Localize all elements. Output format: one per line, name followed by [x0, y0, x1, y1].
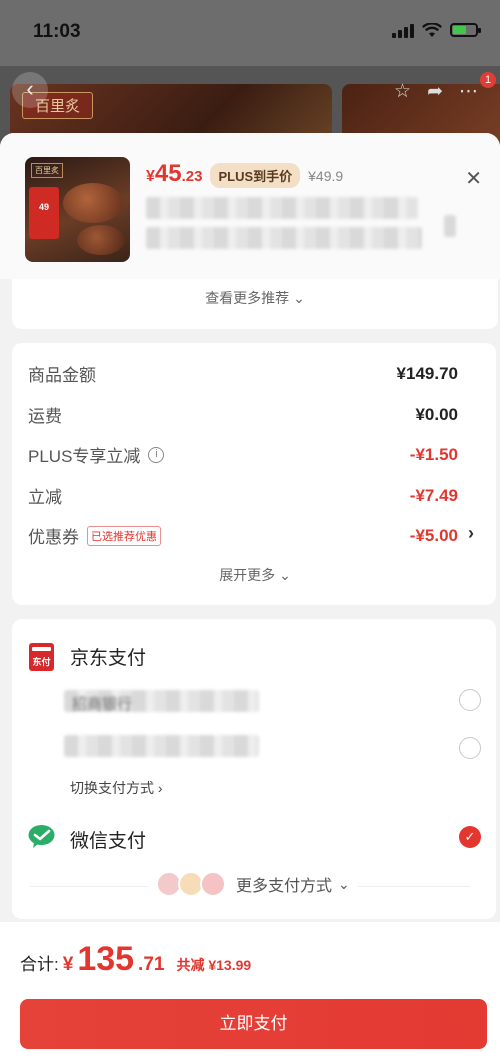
fee-row-goods: 商品金额 ¥149.70	[28, 361, 458, 386]
back-icon[interactable]: ‹	[12, 72, 48, 108]
notification-badge: 1	[480, 72, 496, 88]
fee-label: 商品金额	[28, 366, 96, 385]
battery-icon	[450, 23, 481, 37]
product-price: ¥45.23	[146, 160, 202, 188]
chevron-right-icon[interactable]: ›	[468, 523, 474, 544]
wechat-pay-title[interactable]: 微信支付	[70, 826, 146, 853]
fee-value: -¥7.49	[409, 485, 458, 505]
fee-value: -¥1.50	[409, 444, 458, 464]
coupon-tag: 已选推荐优惠	[87, 525, 161, 546]
fee-label: 运费	[28, 407, 62, 426]
price-currency: ¥	[146, 168, 155, 185]
price-int: 45	[154, 160, 182, 187]
wechat-pay-radio-selected[interactable]: ✓	[459, 826, 481, 848]
expand-more-link[interactable]: 展开更多 ⌄	[12, 565, 498, 585]
fee-label-group: PLUS专享立减 i	[28, 442, 165, 467]
status-bar: 11:03	[0, 0, 500, 66]
total-currency: ¥	[62, 954, 74, 975]
fee-value: -¥5.00	[409, 525, 458, 545]
share-icon[interactable]: ➦	[427, 80, 443, 103]
total-label: 合计:	[20, 955, 59, 974]
more-payment-methods-link[interactable]: 更多支付方式 ⌄	[148, 871, 358, 897]
fee-row-coupon[interactable]: 优惠券 已选推荐优惠 -¥5.00	[28, 523, 458, 548]
fee-label-group: 优惠券 已选推荐优惠	[28, 523, 161, 548]
fee-row-shipping: 运费 ¥0.00	[28, 402, 458, 427]
chevron-down-icon: ⌄	[279, 567, 291, 583]
chevron-down-icon: ⌄	[338, 875, 350, 892]
blurred-product-title-line-2	[146, 227, 422, 249]
fee-label: 立减	[28, 488, 62, 507]
more-payment-label: 更多支付方式	[236, 878, 333, 895]
thumb-price-badge: 49	[29, 187, 59, 239]
chevron-down-icon: ⌄	[293, 290, 305, 306]
total-dec: .71	[138, 954, 165, 975]
product-price-line: ¥45.23 PLUS到手价 ¥49.9	[146, 160, 343, 188]
more-recommend-link[interactable]: 查看更多推荐 ⌄	[12, 288, 498, 308]
switch-payment-link[interactable]: 切换支付方式 ›	[70, 778, 163, 798]
star-icon[interactable]: ☆	[394, 80, 411, 103]
total-int: 135	[77, 940, 135, 978]
more-recommend-label: 查看更多推荐	[205, 290, 290, 306]
expand-label: 展开更多	[219, 567, 276, 583]
bank-option-2-radio[interactable]	[459, 737, 481, 759]
info-icon[interactable]: i	[148, 446, 165, 463]
original-price: ¥49.9	[308, 168, 344, 184]
pay-now-button[interactable]: 立即支付	[20, 999, 487, 1049]
blurred-bank-option-2	[64, 735, 259, 757]
more-icon[interactable]: ⋯	[459, 80, 478, 103]
product-thumbnail[interactable]: 百里炙 49	[25, 157, 130, 262]
background-actions: ☆ ➦ ⋯	[394, 80, 478, 103]
pay-method-icon-3	[200, 871, 226, 897]
fee-label: PLUS专享立减	[28, 447, 141, 466]
total-summary: 合计: ¥135.71 共减 ¥13.99	[20, 940, 251, 979]
total-saved: 共减 ¥13.99	[176, 957, 252, 973]
switch-payment-label: 切换支付方式	[70, 780, 154, 796]
price-dec: .23	[181, 168, 203, 185]
thumb-food-image	[63, 183, 123, 223]
fee-value: ¥0.00	[415, 404, 458, 424]
fee-row-discount: 立减 -¥7.49	[28, 483, 458, 508]
status-icons	[392, 22, 481, 38]
fee-value: ¥149.70	[396, 363, 458, 383]
fee-label: 优惠券	[28, 528, 79, 547]
wifi-icon	[422, 22, 442, 37]
chevron-right-icon: ›	[157, 780, 163, 796]
blurred-product-title-line-1-end	[444, 215, 456, 237]
bank-option-label: 招商银行	[72, 696, 133, 713]
signal-icon	[392, 22, 414, 38]
jd-pay-icon: 东付	[29, 643, 54, 671]
thumb-brand-label: 百里炙	[31, 163, 63, 178]
thumb-food-image-2	[77, 225, 125, 255]
status-time: 11:03	[33, 21, 81, 42]
close-icon[interactable]: ✕	[465, 166, 482, 191]
plus-price-tag: PLUS到手价	[210, 163, 301, 188]
bank-option-1-radio[interactable]	[459, 689, 481, 711]
wechat-pay-icon	[28, 825, 55, 848]
fee-row-plus-discount: PLUS专享立减 i -¥1.50	[28, 442, 458, 467]
blurred-product-title-line-1	[146, 197, 418, 219]
jd-pay-title[interactable]: 京东支付	[70, 643, 146, 670]
